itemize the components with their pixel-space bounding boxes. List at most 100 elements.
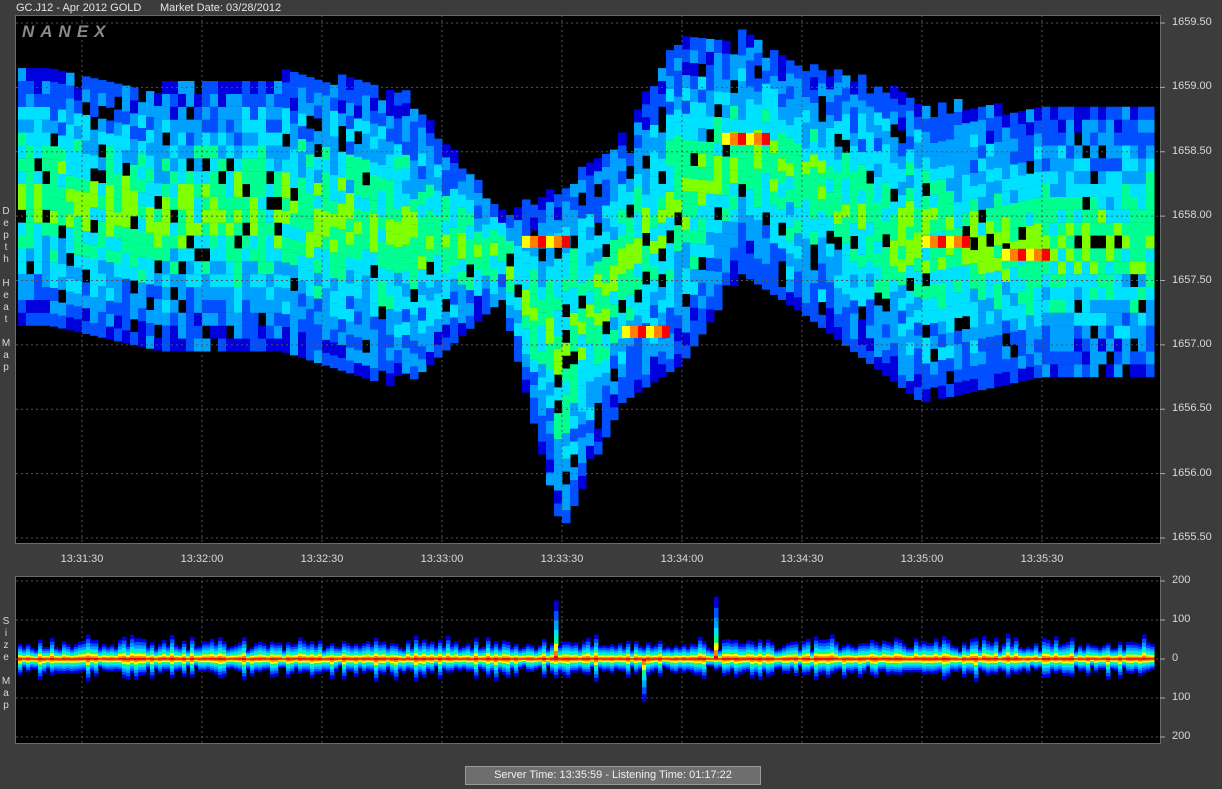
heat-cell [794, 168, 803, 182]
heat-cell [650, 240, 659, 254]
heat-cell [418, 359, 427, 373]
heat-cell [234, 171, 243, 185]
heat-cell [986, 130, 995, 144]
heat-cell [194, 158, 203, 172]
heat-cell [898, 143, 907, 157]
heat-cell [754, 39, 763, 53]
heat-cell [730, 92, 739, 106]
heat-cell [562, 252, 571, 266]
heat-cell [610, 394, 619, 408]
heat-cell [946, 190, 955, 204]
heat-cell [514, 245, 523, 259]
heat-cell [530, 371, 539, 385]
heat-cell [18, 299, 27, 313]
heat-cell [346, 180, 355, 194]
heat-cell [18, 119, 27, 133]
heat-cell [514, 323, 523, 337]
heat-cell [258, 119, 267, 133]
heat-cell [210, 93, 219, 107]
heat-cell [18, 158, 27, 172]
heat-cell [1146, 261, 1155, 275]
heat-cell [466, 212, 475, 226]
heat-cell [402, 296, 411, 310]
heat-cell [82, 179, 91, 193]
heat-cell [346, 231, 355, 245]
heat-cell [826, 127, 835, 141]
heat-cell [554, 284, 563, 298]
heat-cell [434, 164, 443, 178]
heat-cell [378, 319, 387, 333]
heat-cell [322, 82, 331, 96]
heat-cell [282, 262, 291, 276]
heat-cell [114, 109, 123, 123]
heat-hotspot [1002, 248, 1010, 261]
heat-cell [330, 252, 339, 266]
heat-cell [138, 166, 147, 180]
heat-cell [554, 297, 563, 311]
heat-cell [834, 172, 843, 186]
heat-cell [418, 307, 427, 321]
heat-cell [858, 216, 867, 230]
heat-cell [34, 106, 43, 120]
heat-cell [874, 331, 883, 345]
heat-cell [178, 183, 187, 197]
heat-cell [378, 357, 387, 371]
heat-cell [626, 346, 635, 360]
heat-cell [626, 191, 635, 205]
heat-cell [482, 224, 491, 238]
heat-cell [730, 234, 739, 248]
heat-cell [210, 119, 219, 133]
heat-cell [986, 143, 995, 157]
heat-cell [1082, 248, 1091, 262]
heat-cell [346, 167, 355, 181]
heat-cell [842, 178, 851, 192]
heat-cell [978, 286, 987, 300]
heat-cell [978, 196, 987, 210]
heat-cell [674, 122, 683, 136]
heat-cell [898, 117, 907, 131]
heat-cell [698, 102, 707, 116]
heat-cell [162, 248, 171, 262]
heat-cell [834, 95, 843, 109]
heat-cell [970, 121, 979, 135]
heat-cell [194, 171, 203, 185]
heat-cell [466, 199, 475, 213]
heat-cell [938, 166, 947, 180]
heat-cell [522, 199, 531, 213]
heat-cell [130, 113, 139, 127]
heat-cell [74, 306, 83, 320]
heat-cell [298, 229, 307, 243]
heat-cell [762, 186, 771, 200]
heat-cell [442, 311, 451, 325]
heat-cell [818, 314, 827, 328]
heat-cell [114, 289, 123, 303]
heat-cell [954, 163, 963, 177]
heat-cell [786, 150, 795, 164]
heat-cell [938, 218, 947, 232]
heat-cell [250, 325, 259, 339]
heat-cell [394, 118, 403, 132]
heat-cell [722, 220, 731, 234]
heat-cell [266, 312, 275, 326]
heat-cell [754, 232, 763, 246]
heat-cell [290, 174, 299, 188]
heat-cell [658, 68, 667, 82]
heat-cell [330, 342, 339, 356]
heat-cell [810, 270, 819, 284]
heat-cell [530, 217, 539, 231]
heat-cell [178, 248, 187, 262]
heat-cell [954, 99, 963, 112]
heat-cell [930, 129, 939, 143]
heat-cell [978, 119, 987, 133]
heat-cell [354, 259, 363, 273]
heat-cell [674, 199, 683, 213]
heat-cell [530, 410, 539, 424]
heat-cell [546, 420, 555, 434]
heat-cell [922, 298, 931, 312]
heat-cell [818, 147, 827, 161]
heat-cell [386, 347, 395, 361]
heat-cell [74, 216, 83, 230]
heat-cell [850, 313, 859, 327]
heat-cell [250, 312, 259, 326]
heat-cell [386, 308, 395, 322]
